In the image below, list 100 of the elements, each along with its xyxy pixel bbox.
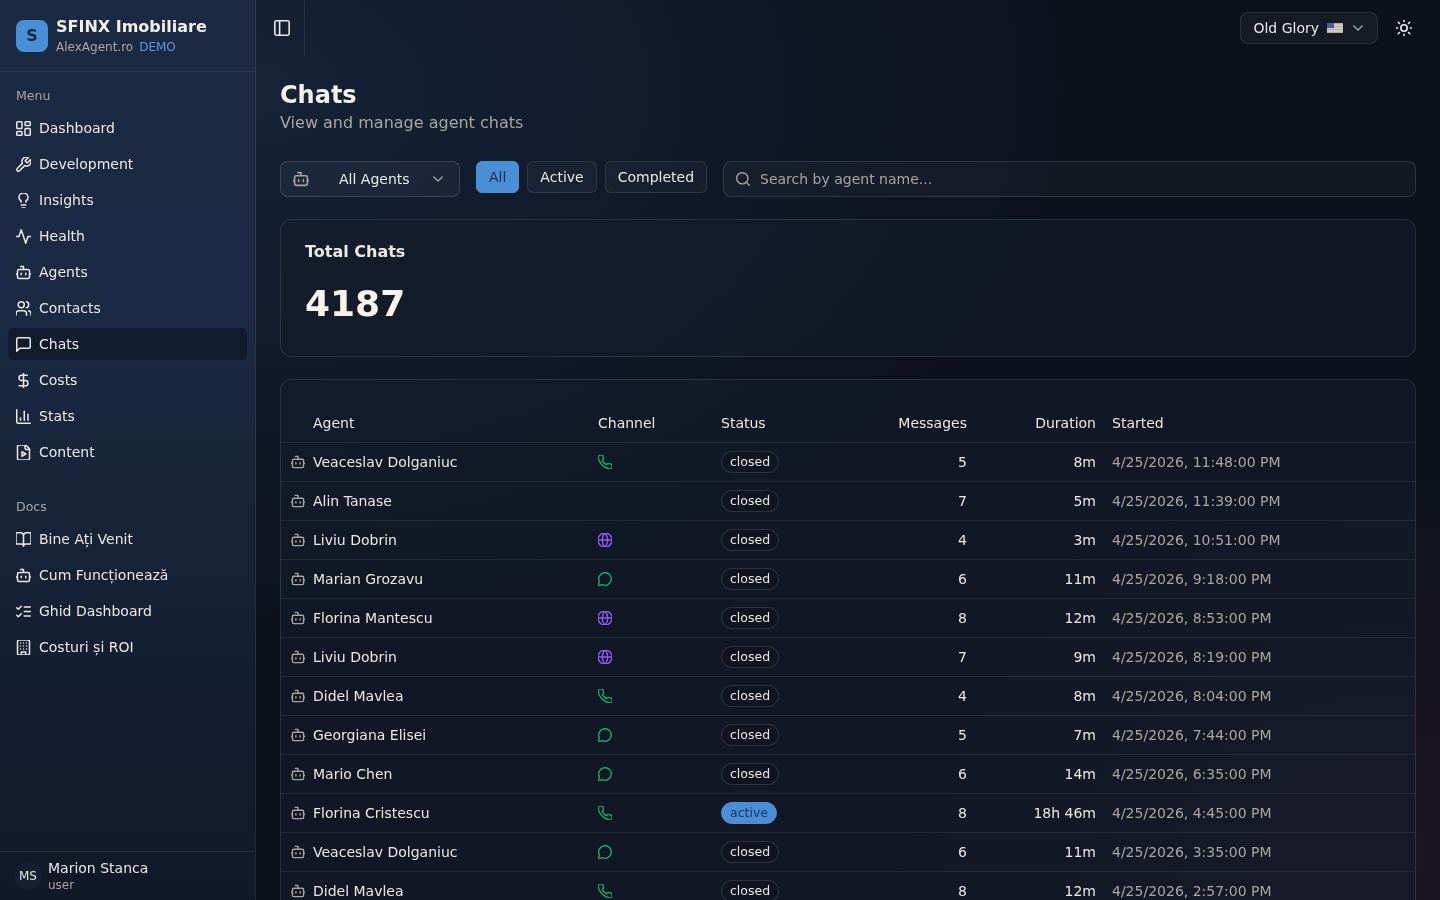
brand-logo: S <box>16 19 48 52</box>
nav-item[interactable]: Ghid Dashboard <box>8 595 247 627</box>
chat-duration: 9m <box>1073 649 1096 665</box>
status-badge: closed <box>721 685 780 707</box>
globe-icon <box>598 611 612 625</box>
message-count: 4 <box>958 532 967 548</box>
file-icon <box>16 444 31 460</box>
message-count: 6 <box>958 766 967 782</box>
bar-chart-icon <box>16 408 31 424</box>
status-badge: closed <box>721 607 780 629</box>
chat-duration: 14m <box>1064 766 1096 782</box>
phone-icon <box>598 884 612 898</box>
nav-item[interactable]: Development <box>8 148 247 180</box>
robot-icon <box>290 806 305 820</box>
book-icon <box>16 531 31 547</box>
lightbulb-icon <box>16 192 31 208</box>
globe-icon <box>598 650 612 664</box>
start-time: 4/25/2026, 7:44:00 PM <box>1112 727 1272 743</box>
message-count: 7 <box>958 649 967 665</box>
nav-item[interactable]: Costuri și ROI <box>8 631 247 663</box>
start-time: 4/25/2026, 9:18:00 PM <box>1112 571 1272 587</box>
phone-icon <box>598 689 612 703</box>
user-role: user <box>48 877 76 893</box>
start-time: 4/25/2026, 8:53:00 PM <box>1112 610 1272 626</box>
robot-icon <box>290 767 305 781</box>
brand-name: SFINX Imobiliare <box>56 16 207 37</box>
theme-select[interactable]: Old Glory <box>1240 12 1378 44</box>
message-count: 8 <box>958 610 967 626</box>
nav-item[interactable]: Agents <box>8 256 247 288</box>
nav-item[interactable]: Chats <box>8 328 247 360</box>
message-count: 8 <box>958 805 967 821</box>
agent-name: Didel Mavlea <box>313 688 404 704</box>
filter-tab[interactable]: All <box>476 161 520 193</box>
page-subtitle: View and manage agent chats <box>280 112 525 134</box>
nav-item[interactable]: Cum Funcționează <box>8 559 247 591</box>
nav-item[interactable]: Health <box>8 220 247 252</box>
start-time: 4/25/2026, 4:45:00 PM <box>1112 805 1272 821</box>
agent-name: Mario Chen <box>313 766 393 782</box>
status-badge: closed <box>721 451 780 473</box>
brand-site: AlexAgent.ro <box>56 38 134 55</box>
wrench-icon <box>16 156 31 172</box>
user-avatar: MS <box>14 862 42 890</box>
chat-duration: 12m <box>1064 883 1096 899</box>
chat-duration: 11m <box>1064 571 1096 587</box>
message-count: 4 <box>958 688 967 704</box>
status-badge: closed <box>721 724 780 746</box>
robot-icon <box>290 494 305 508</box>
nav-item[interactable]: Bine Ați Venit <box>8 523 247 555</box>
agent-name: Florina Mantescu <box>313 610 433 626</box>
nav-item[interactable]: Dashboard <box>8 112 247 144</box>
stats-value: 4187 <box>305 282 407 326</box>
agent-select[interactable]: All Agents <box>280 161 460 197</box>
status-badge: closed <box>721 841 780 863</box>
start-time: 4/25/2026, 8:04:00 PM <box>1112 688 1272 704</box>
column-header: Started <box>1112 415 1164 431</box>
chat-duration: 18h 46m <box>1033 805 1096 821</box>
column-header: Agent <box>313 415 355 431</box>
chat-bubble-icon <box>598 845 612 859</box>
nav-item[interactable]: Costs <box>8 364 247 396</box>
section-label: Docs <box>15 498 48 516</box>
filter-tab[interactable]: Active <box>527 161 597 193</box>
status-badge: active <box>721 802 777 824</box>
filter-tab[interactable]: Completed <box>604 161 708 193</box>
column-header: Duration <box>1035 415 1096 431</box>
dollar-icon <box>16 372 31 388</box>
message-count: 8 <box>958 883 967 899</box>
nav-item[interactable]: Insights <box>8 184 247 216</box>
status-badge: closed <box>721 529 780 551</box>
robot-icon <box>290 533 305 547</box>
start-time: 4/25/2026, 11:48:00 PM <box>1112 454 1281 470</box>
chat-duration: 12m <box>1064 610 1096 626</box>
start-time: 4/25/2026, 10:51:00 PM <box>1112 532 1281 548</box>
chat-duration: 5m <box>1073 493 1096 509</box>
start-time: 4/25/2026, 2:57:00 PM <box>1112 883 1272 899</box>
start-time: 4/25/2026, 6:35:00 PM <box>1112 766 1272 782</box>
search-icon <box>736 172 751 186</box>
column-header: Channel <box>598 415 656 431</box>
robot-icon <box>290 845 305 859</box>
chat-duration: 11m <box>1064 844 1096 860</box>
column-header: Messages <box>898 415 967 431</box>
start-time: 4/25/2026, 8:19:00 PM <box>1112 649 1272 665</box>
message-count: 6 <box>958 571 967 587</box>
nav-item[interactable]: Stats <box>8 400 247 432</box>
agent-name: Didel Mavlea <box>313 883 404 899</box>
panel-icon <box>274 20 290 36</box>
robot-icon <box>293 171 309 187</box>
section-label: Menu <box>15 87 52 105</box>
nav-item[interactable]: Contacts <box>8 292 247 324</box>
building-icon <box>16 639 31 655</box>
message-count: 5 <box>958 727 967 743</box>
message-count: 5 <box>958 454 967 470</box>
globe-icon <box>598 533 612 547</box>
nav-item[interactable]: Content <box>8 436 247 468</box>
agent-name: Georgiana Elisei <box>313 727 427 743</box>
column-header: Status <box>721 415 766 431</box>
page-title: Chats <box>280 80 358 110</box>
status-badge: closed <box>721 880 780 900</box>
user-name: Marion Stanca <box>48 859 149 877</box>
robot-icon <box>290 572 305 586</box>
chat-bubble-icon <box>598 767 612 781</box>
